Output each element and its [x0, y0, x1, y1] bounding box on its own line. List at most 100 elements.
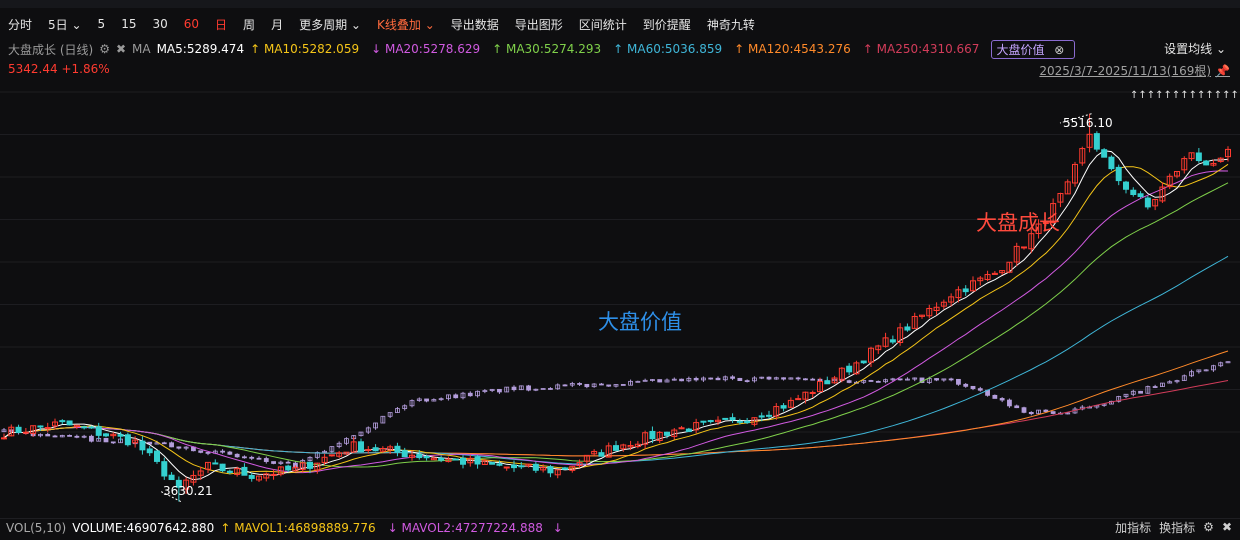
chart-title: 大盘成长 (日线)	[8, 42, 94, 57]
candle-body	[81, 426, 88, 429]
period-intraday[interactable]: 分时	[0, 16, 40, 33]
volume-indicator-row: VOL(5,10) VOLUME:46907642.880 ↑ MAVOL1:4…	[0, 518, 1240, 537]
candle-body	[452, 458, 459, 461]
overlay-candle-body	[511, 386, 517, 391]
candle-body	[139, 440, 146, 451]
candle-body	[1101, 149, 1108, 158]
overlay-candle-body	[548, 388, 553, 390]
range-stats-button[interactable]: 区间统计	[571, 16, 635, 33]
overlay-candle-body	[526, 385, 531, 391]
ma120-line	[3, 350, 1229, 457]
period-15min[interactable]: 15	[113, 17, 144, 31]
period-5min[interactable]: 5	[90, 17, 114, 31]
candle-body	[474, 456, 481, 465]
candle-body	[226, 470, 233, 473]
candle-body	[613, 445, 619, 451]
mavol2-value: ↓ MAVOL2:47277224.888 ↓	[387, 521, 563, 535]
candle-body	[904, 326, 911, 331]
kline-chart[interactable]: 5516.10 3630.21 大盘成长 大盘价值 ↑↑↑↑↑↑↑↑↑↑↑↑↑↑	[0, 80, 1240, 516]
ma120-value: ↑ MA120:4543.276	[734, 42, 851, 56]
candle-body	[124, 434, 131, 446]
add-indicator-button[interactable]: 加指标	[1115, 519, 1151, 536]
close-icon[interactable]: ✖	[116, 42, 126, 56]
overlay-candle-body	[234, 453, 240, 458]
pin-icon[interactable]: 📌	[1215, 64, 1230, 78]
candle-body	[503, 466, 510, 469]
overlay-candles	[1, 361, 1231, 470]
overlay-candle-body	[956, 378, 961, 385]
ma10-text: MA10:5282.059	[263, 42, 360, 56]
date-range[interactable]: 2025/3/7-2025/11/13(169根) 📌	[1039, 62, 1230, 79]
candle-body	[1203, 160, 1210, 166]
mavol2-text: MAVOL2:47277224.888	[401, 521, 543, 535]
overlay-candle-body	[795, 377, 801, 380]
ma250-value: ↑ MA250:4310.667	[862, 42, 980, 56]
candle-body	[307, 461, 313, 469]
overlay-tag[interactable]: 大盘价值 ⊗	[991, 39, 1076, 59]
candle-body	[1144, 197, 1151, 208]
overlay-candle-body	[577, 383, 582, 385]
overlay-candle-body	[1028, 411, 1034, 415]
change-indicator-button[interactable]: 换指标	[1159, 519, 1195, 536]
candle-body	[372, 447, 379, 452]
period-5day[interactable]: 5日 ⌄	[40, 16, 90, 33]
ma120-text: MA120:4543.276	[748, 42, 851, 56]
candle-body	[758, 415, 765, 418]
candle-body	[1123, 181, 1129, 190]
ma60-text: MA60:5036.859	[627, 42, 723, 56]
close-icon[interactable]: ✖	[1222, 520, 1232, 534]
overlay-candle-body	[897, 378, 903, 381]
overlay-candle-body	[110, 441, 116, 444]
period-month[interactable]: 月	[263, 16, 291, 33]
grid-lines	[0, 91, 1240, 433]
indicator-controls: 加指标 换指标 ⚙ ✖	[1107, 518, 1232, 536]
k-overlay-button[interactable]: K线叠加 ⌄	[369, 16, 443, 33]
settings-ma-button[interactable]: 设置均线 ⌄	[1164, 40, 1226, 57]
overlay-candle-body	[89, 435, 94, 442]
overlay-candle-body	[999, 398, 1005, 401]
export-data-button[interactable]: 导出数据	[443, 16, 507, 33]
volume-value: VOLUME:46907642.880	[72, 521, 215, 535]
overlay-candle-body	[766, 376, 772, 380]
candle-body	[962, 288, 969, 293]
period-30min[interactable]: 30	[144, 17, 175, 31]
ma30-value: ↑ MA30:5274.293	[492, 42, 602, 56]
more-periods-button[interactable]: 更多周期 ⌄	[291, 16, 369, 33]
candle-body	[394, 445, 401, 453]
vol-label[interactable]: VOL(5,10)	[6, 521, 66, 535]
k-overlay-label: K线叠加	[376, 17, 421, 32]
overlay-candle-body	[737, 377, 743, 381]
overlay-candle-body	[103, 437, 109, 443]
overlay-candle-body	[620, 384, 626, 386]
overlay-candle-body	[715, 377, 721, 381]
gear-icon[interactable]: ⚙	[1203, 520, 1214, 534]
candle-body	[518, 465, 525, 468]
period-day[interactable]: 日	[207, 16, 235, 33]
gear-icon[interactable]: ⚙	[99, 42, 110, 56]
candle-body	[365, 449, 372, 452]
overlay-candle-body	[220, 450, 225, 453]
overlay-candle-body	[606, 384, 612, 387]
chevron-down-icon: ⌄	[424, 17, 435, 32]
overlay-candle-body	[977, 388, 983, 391]
last-price: 5342.44 +1.86%	[8, 62, 110, 76]
candle-body	[219, 463, 226, 472]
period-60min[interactable]: 60	[176, 17, 207, 31]
candle-body	[860, 360, 867, 364]
moving-average-legend: 大盘成长 (日线) ⚙ ✖ MA MA5:5289.474 ↑ MA10:528…	[0, 39, 1240, 59]
magic-nine-button[interactable]: 神奇九转	[699, 16, 763, 33]
candle-body	[15, 426, 22, 434]
price-change: +1.86%	[61, 62, 110, 76]
export-chart-button[interactable]: 导出图形	[507, 16, 571, 33]
overlay-candle-body	[599, 383, 604, 386]
candle-body	[1093, 133, 1100, 150]
last-price-value: 5342.44	[8, 62, 58, 76]
candle-body	[678, 427, 685, 430]
close-icon[interactable]: ⊗	[1054, 43, 1064, 57]
ma10-value: ↑ MA10:5282.059	[250, 42, 360, 56]
overlay-candle-body	[52, 435, 58, 438]
overlay-candle-body	[803, 378, 808, 381]
price-alert-button[interactable]: 到价提醒	[635, 16, 699, 33]
period-week[interactable]: 周	[235, 16, 263, 33]
ma30-text: MA30:5274.293	[505, 42, 602, 56]
